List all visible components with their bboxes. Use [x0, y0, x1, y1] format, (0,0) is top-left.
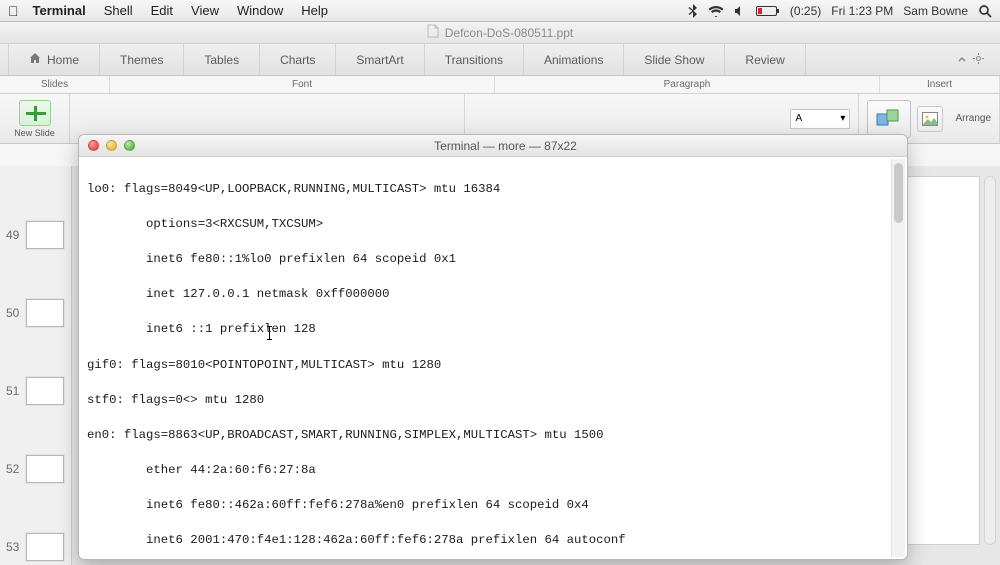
powerpoint-window: Defcon-DoS-080511.ppt Home Themes Tables…	[0, 22, 1000, 565]
document-icon	[427, 24, 439, 41]
terminal-line: stf0: flags=0<> mtu 1280	[87, 392, 905, 410]
section-insert: Insert	[880, 76, 1000, 93]
volume-icon[interactable]	[734, 5, 746, 17]
style-dropdown[interactable]: A ▾	[790, 109, 850, 129]
tab-label: Animations	[544, 53, 603, 67]
terminal-output[interactable]: lo0: flags=8049<UP,LOOPBACK,RUNNING,MULT…	[79, 157, 907, 559]
tab-animations[interactable]: Animations	[524, 44, 624, 75]
slide-number: 52	[6, 462, 26, 476]
slide-nav-item[interactable]: 53	[0, 508, 71, 565]
slide-nav-item[interactable]: 52	[0, 430, 71, 508]
picture-button[interactable]	[917, 106, 943, 132]
ribbon-tabs: Home Themes Tables Charts SmartArt Trans…	[0, 44, 1000, 76]
section-font: Font	[110, 76, 495, 93]
window-minimize-button[interactable]	[106, 140, 117, 151]
slide-nav-item[interactable]: 49	[0, 196, 71, 274]
slide-number: 53	[6, 540, 26, 554]
terminal-line: ether 44:2a:60:f6:27:8a	[87, 462, 905, 480]
arrange-label[interactable]: Arrange	[955, 113, 991, 124]
tab-home[interactable]: Home	[8, 44, 100, 75]
terminal-line: options=3<RXCSUM,TXCSUM>	[87, 216, 905, 234]
slide-thumbnail	[26, 377, 64, 405]
tab-label: Review	[745, 53, 784, 67]
battery-time: (0:25)	[790, 4, 821, 18]
wifi-icon[interactable]	[708, 5, 724, 17]
tab-charts[interactable]: Charts	[260, 44, 336, 75]
terminal-line: inet6 fe80::462a:60ff:fef6:278a%en0 pref…	[87, 497, 905, 515]
chevron-down-icon: ▾	[840, 113, 845, 124]
text-cursor-icon	[269, 326, 270, 340]
tab-review[interactable]: Review	[725, 44, 805, 75]
terminal-line: inet6 fe80::1%lo0 prefixlen 64 scopeid 0…	[87, 251, 905, 269]
terminal-line: lo0: flags=8049<UP,LOOPBACK,RUNNING,MULT…	[87, 181, 905, 199]
gear-icon[interactable]	[973, 53, 984, 67]
tab-home-label: Home	[47, 53, 79, 67]
terminal-line: inet6 2001:470:f4e1:128:462a:60ff:fef6:2…	[87, 532, 905, 550]
tab-themes[interactable]: Themes	[100, 44, 184, 75]
spotlight-icon[interactable]	[978, 4, 992, 18]
menubar-clock[interactable]: Fri 1:23 PM	[831, 4, 893, 18]
style-dropdown-value: A	[795, 113, 802, 124]
slide-thumbnail	[26, 221, 64, 249]
terminal-line: inet6 ::1 prefixlen 128	[87, 321, 905, 339]
slide-nav-item[interactable]: 51	[0, 352, 71, 430]
menu-shell[interactable]: Shell	[104, 3, 133, 18]
section-slides: Slides	[0, 76, 110, 93]
document-title: Defcon-DoS-080511.ppt	[445, 26, 574, 40]
menu-edit[interactable]: Edit	[151, 3, 173, 18]
terminal-title: Terminal — more — 87x22	[144, 139, 907, 153]
new-slide-label: New Slide	[14, 128, 55, 138]
menu-window[interactable]: Window	[237, 3, 283, 18]
home-icon	[29, 52, 41, 67]
slide-thumbnail	[26, 455, 64, 483]
editor-scrollbar[interactable]	[984, 176, 996, 545]
slide-number: 51	[6, 384, 26, 398]
slides-nav-panel[interactable]: 49 50 51 52 53	[0, 166, 72, 565]
slide-thumbnail	[26, 533, 64, 561]
macos-menubar:  Terminal Shell Edit View Window Help (…	[0, 0, 1000, 22]
powerpoint-titlebar: Defcon-DoS-080511.ppt	[0, 22, 1000, 44]
terminal-window[interactable]: Terminal — more — 87x22 lo0: flags=8049<…	[78, 134, 908, 560]
slide-number: 50	[6, 306, 26, 320]
tab-label: Tables	[204, 53, 239, 67]
bluetooth-icon[interactable]	[688, 4, 698, 18]
app-menu[interactable]: Terminal	[33, 3, 86, 18]
tab-transitions[interactable]: Transitions	[425, 44, 524, 75]
section-paragraph: Paragraph	[495, 76, 880, 93]
scrollbar-thumb[interactable]	[894, 163, 903, 223]
slide-nav-item[interactable]: 50	[0, 274, 71, 352]
tab-label: Themes	[120, 53, 163, 67]
window-close-button[interactable]	[88, 140, 99, 151]
tab-label: SmartArt	[356, 53, 403, 67]
tab-label: Charts	[280, 53, 315, 67]
terminal-titlebar[interactable]: Terminal — more — 87x22	[79, 135, 907, 157]
menu-help[interactable]: Help	[301, 3, 328, 18]
tab-slideshow[interactable]: Slide Show	[624, 44, 725, 75]
new-slide-button[interactable]: New Slide	[0, 94, 70, 143]
shapes-button[interactable]	[867, 100, 911, 138]
tab-smartart[interactable]: SmartArt	[336, 44, 424, 75]
ribbon-section-labels: Slides Font Paragraph Insert	[0, 76, 1000, 94]
tab-label: Slide Show	[644, 53, 704, 67]
terminal-line: inet 127.0.0.1 netmask 0xff000000	[87, 286, 905, 304]
terminal-scrollbar[interactable]	[891, 159, 905, 557]
terminal-line: en0: flags=8863<UP,BROADCAST,SMART,RUNNI…	[87, 427, 905, 445]
tab-tables[interactable]: Tables	[184, 44, 260, 75]
terminal-line: gif0: flags=8010<POINTOPOINT,MULTICAST> …	[87, 357, 905, 375]
menubar-status: (0:25) Fri 1:23 PM Sam Bowne	[688, 4, 992, 18]
new-slide-icon	[19, 100, 51, 126]
tab-label: Transitions	[445, 53, 503, 67]
battery-icon[interactable]	[756, 5, 780, 17]
slide-thumbnail	[26, 299, 64, 327]
apple-menu-icon[interactable]: 	[8, 3, 19, 19]
ribbon-collapse-icon[interactable]	[957, 53, 967, 67]
menubar-username[interactable]: Sam Bowne	[903, 4, 968, 18]
slide-number: 49	[6, 228, 26, 242]
window-zoom-button[interactable]	[124, 140, 135, 151]
menu-view[interactable]: View	[191, 3, 219, 18]
